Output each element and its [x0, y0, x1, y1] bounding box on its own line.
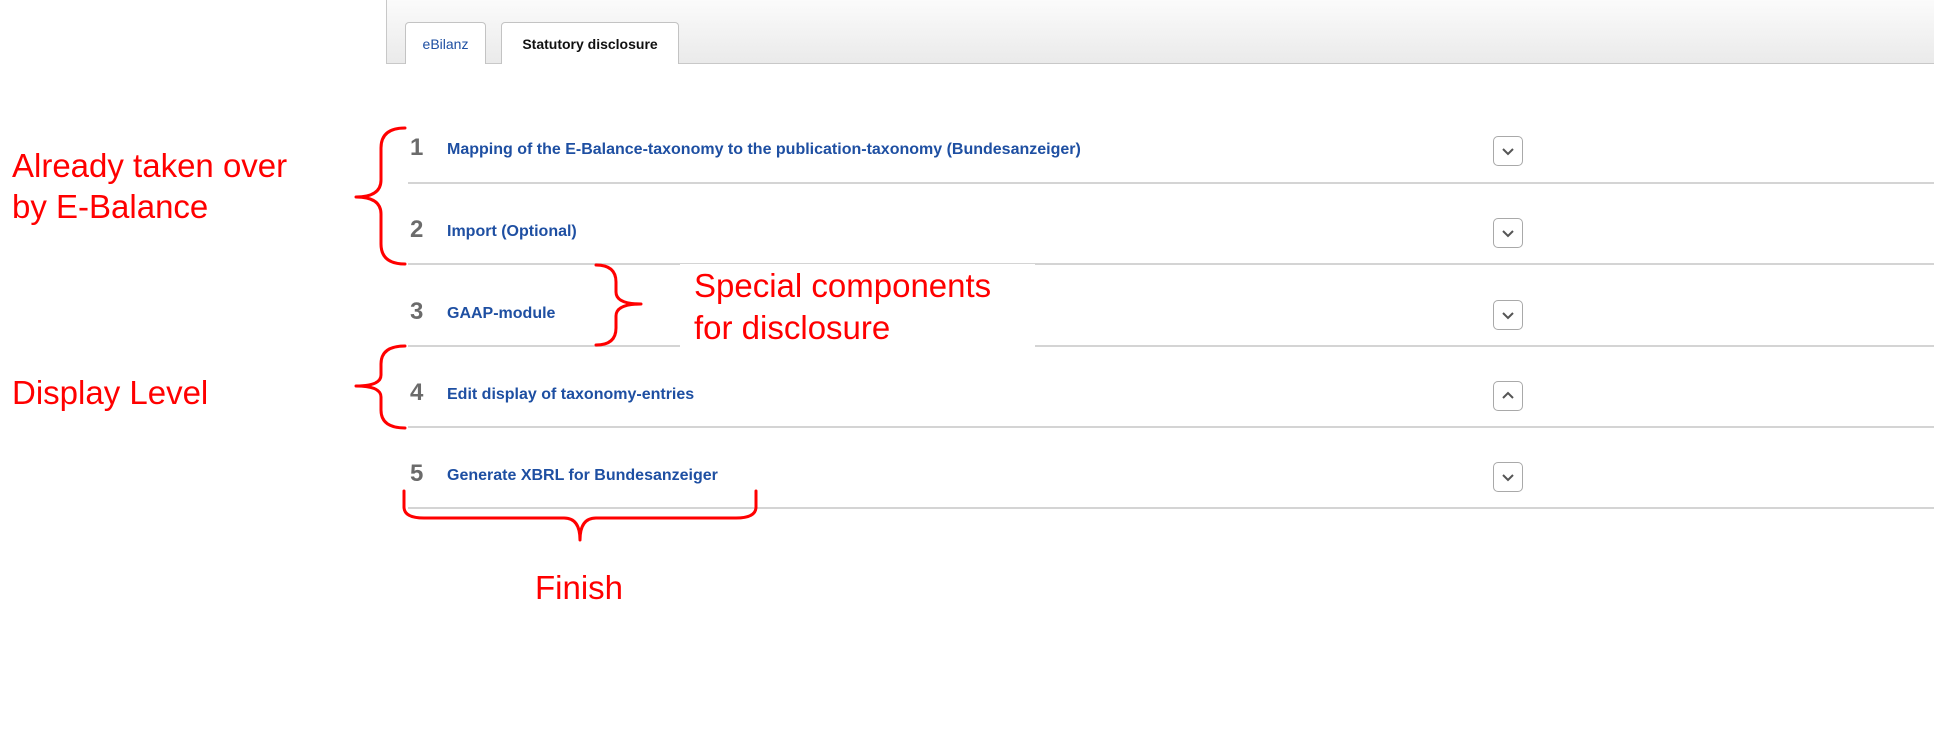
- brace-finish: [402, 489, 758, 542]
- annotation-braces: [354, 126, 758, 542]
- annotation-already-taken-line1: Already taken over: [12, 147, 288, 184]
- annotation-finish: Finish: [535, 569, 624, 606]
- brace-already-taken: [354, 126, 407, 266]
- annotation-already-taken-line2: by E-Balance: [12, 188, 209, 225]
- annotation-special-line1: Special components: [694, 267, 992, 304]
- brace-special-components: [594, 263, 643, 347]
- annotation-special-line2: for disclosure: [694, 309, 891, 346]
- brace-display-level: [354, 344, 407, 430]
- annotation-display-level: Display Level: [12, 374, 209, 411]
